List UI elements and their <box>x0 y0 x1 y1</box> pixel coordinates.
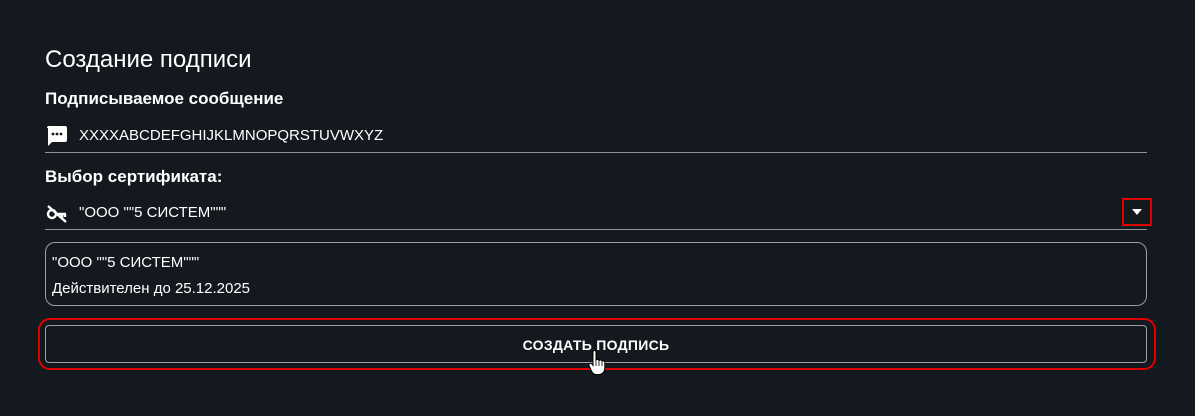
key-off-icon <box>45 201 69 225</box>
triangle-down-icon <box>1132 209 1142 215</box>
certificate-card-name: "ООО ""5 СИСТЕМ""" <box>52 254 200 271</box>
hand-cursor-icon <box>588 350 606 375</box>
message-icon <box>45 124 69 148</box>
certificate-selected-value: "ООО ""5 СИСТЕМ""" <box>79 204 227 221</box>
certificate-info-card: "ООО ""5 СИСТЕМ""" Действителен до 25.12… <box>45 242 1147 306</box>
certificate-select[interactable]: "ООО ""5 СИСТЕМ""" <box>45 198 1152 230</box>
message-value: XXXXABCDEFGHIJKLMNOPQRSTUVWXYZ <box>79 127 384 144</box>
certificate-card-validity: Действителен до 25.12.2025 <box>52 280 251 297</box>
certificate-section-label: Выбор сертификата: <box>45 167 223 186</box>
message-section-label: Подписываемое сообщение <box>45 89 284 108</box>
message-field[interactable]: XXXXABCDEFGHIJKLMNOPQRSTUVWXYZ <box>45 122 1147 153</box>
page-title: Создание подписи <box>45 46 252 73</box>
dropdown-toggle-button[interactable] <box>1122 198 1152 226</box>
